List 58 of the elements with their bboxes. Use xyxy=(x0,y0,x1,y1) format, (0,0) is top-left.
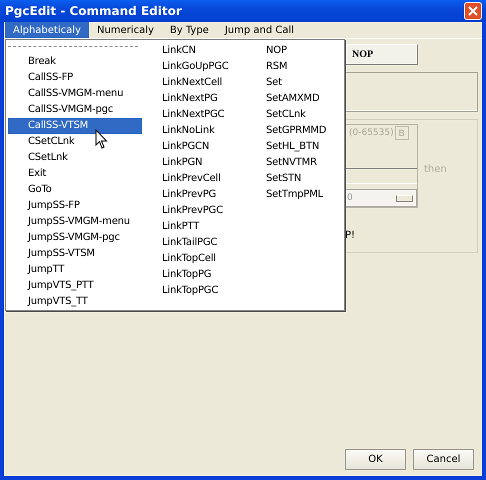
menu-option[interactable]: LinkNoLink xyxy=(142,123,246,139)
menu-option[interactable]: LinkTopCell xyxy=(142,251,246,267)
window-title: PgcEdit - Command Editor xyxy=(5,4,182,18)
menu-option[interactable]: LinkTopPG xyxy=(142,267,246,283)
menu-option[interactable]: SetTmpPML xyxy=(246,187,342,203)
menu-option[interactable]: SetSTN xyxy=(246,171,342,187)
menu-option[interactable]: Exit xyxy=(8,166,142,182)
menu-option[interactable]: CSetLnk xyxy=(8,150,142,166)
combo-value: 0 xyxy=(346,193,353,203)
menu-option[interactable]: LinkPGN xyxy=(142,155,246,171)
menu-option[interactable]: CallSS-VTSM xyxy=(8,118,142,134)
menu-option[interactable]: LinkPrevPGC xyxy=(142,203,246,219)
menu-item[interactable]: Alphabeticaly xyxy=(5,22,89,38)
menu-option[interactable]: Break xyxy=(8,54,142,70)
menu-option[interactable]: CSetCLnk xyxy=(8,134,142,150)
then-label: then xyxy=(424,164,447,177)
menu-option[interactable]: LinkTopPGC xyxy=(142,283,246,299)
menu-option[interactable]: LinkNextPGC xyxy=(142,107,246,123)
menu-option[interactable]: JumpVTS_TT xyxy=(8,294,142,310)
menu-item[interactable]: Numericaly xyxy=(88,22,162,38)
menu-option[interactable]: LinkPrevCell xyxy=(142,171,246,187)
menu-option[interactable]: LinkNextPG xyxy=(142,91,246,107)
menu-option[interactable]: SetHL_BTN xyxy=(246,139,342,155)
menu-option[interactable]: LinkTailPGC xyxy=(142,235,246,251)
command-button[interactable]: NOP xyxy=(345,44,418,65)
menu-option[interactable]: JumpSS-VMGM-menu xyxy=(8,214,142,230)
menu-item[interactable]: Jump and Call xyxy=(216,22,302,38)
combo-button[interactable] xyxy=(396,194,413,202)
menu-option[interactable]: JumpSS-FP xyxy=(8,198,142,214)
menu-option[interactable]: RSM xyxy=(246,59,342,75)
menu-option[interactable]: SetGPRMMD xyxy=(246,123,342,139)
menu-option[interactable]: LinkPGCN xyxy=(142,139,246,155)
close-icon xyxy=(468,6,478,16)
menu-option[interactable]: CallSS-VMGM-pgc xyxy=(8,102,142,118)
cursor-icon xyxy=(95,129,108,150)
menu-option[interactable]: SetCLnk xyxy=(246,107,342,123)
menu-option[interactable]: GoTo xyxy=(8,182,142,198)
menu-option[interactable]: Set xyxy=(246,75,342,91)
menu-option[interactable]: CallSS-VMGM-menu xyxy=(8,86,142,102)
cancel-button[interactable]: Cancel xyxy=(413,449,474,470)
menu-option[interactable]: SetNVTMR xyxy=(246,155,342,171)
close-button[interactable] xyxy=(464,2,482,20)
menu-option[interactable]: JumpSS-VMGM-pgc xyxy=(8,230,142,246)
menu-option[interactable]: JumpVTS_PTT xyxy=(8,278,142,294)
range-label: (0-65535) xyxy=(349,128,394,138)
ok-button[interactable]: OK xyxy=(345,449,406,470)
menu-option[interactable]: LinkNextCell xyxy=(142,75,246,91)
menu-option[interactable]: LinkGoUpPGC xyxy=(142,59,246,75)
menu-option[interactable]: NOP xyxy=(246,43,342,59)
menu-option[interactable]: JumpTT xyxy=(8,262,142,278)
menu-item[interactable]: By Type xyxy=(162,22,217,38)
menu-option[interactable]: JumpSS-VTSM xyxy=(8,246,142,262)
menu-option[interactable]: LinkPrevPG xyxy=(142,187,246,203)
menu-option[interactable]: LinkPTT xyxy=(142,219,246,235)
menu-option[interactable]: SetAMXMD xyxy=(246,91,342,107)
note-text: P! xyxy=(345,230,356,241)
menu-option[interactable]: CallSS-FP xyxy=(8,70,142,86)
menu-option[interactable]: LinkCN xyxy=(142,43,246,59)
